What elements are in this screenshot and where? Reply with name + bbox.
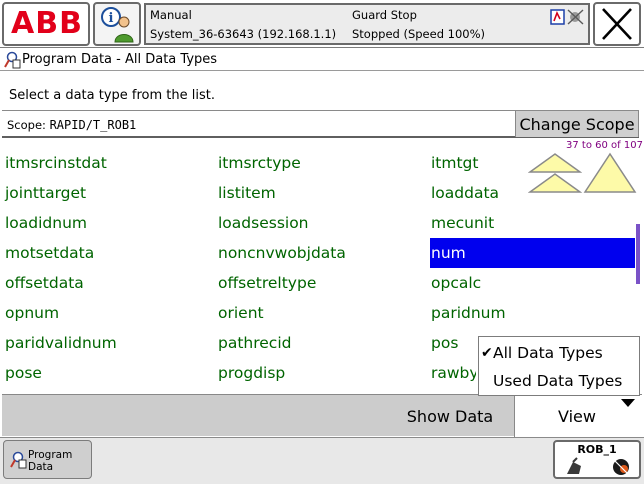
list-item[interactable]: pose: [0, 358, 205, 388]
status-icons: [550, 9, 584, 25]
list-item[interactable]: rawbytes: [426, 358, 476, 388]
robot-status-icons: [567, 457, 629, 475]
scrollbar[interactable]: [636, 224, 640, 284]
list-item-selected[interactable]: num: [430, 238, 635, 268]
list-item[interactable]: jointtarget: [0, 178, 205, 208]
close-icon: [602, 8, 632, 40]
info-person-icon: i: [101, 7, 134, 43]
list-item[interactable]: motsetdata: [0, 238, 205, 268]
system-name: System_36-63643 (192.168.1.1): [150, 27, 337, 41]
scope-label-text: Scope:: [7, 118, 50, 132]
abb-letter: B: [35, 6, 58, 41]
list-item[interactable]: progdisp: [213, 358, 418, 388]
taskbar-program-data-label: Program Data: [28, 449, 73, 473]
program-data-icon: [10, 451, 27, 469]
list-item[interactable]: opcalc: [426, 268, 631, 298]
check-mark-icon: ✔: [481, 345, 493, 361]
list-item[interactable]: pos: [426, 328, 476, 358]
operating-mode: Manual: [150, 8, 192, 22]
list-item[interactable]: loadsession: [213, 208, 418, 238]
scope-row: Scope: RAPID/T_ROB1 Change Scope: [2, 110, 639, 138]
menu-item-label: All Data Types: [493, 344, 603, 362]
abb-letter: A: [11, 6, 34, 41]
program-data-icon: [4, 51, 21, 69]
show-data-button[interactable]: Show Data: [388, 395, 512, 437]
page-indicator: 37 to 60 of 107: [566, 140, 643, 151]
taskbar-program-data[interactable]: Program Data: [3, 440, 92, 479]
window-title: Program Data - All Data Types: [22, 52, 218, 67]
change-scope-button[interactable]: Change Scope: [515, 111, 639, 137]
list-item[interactable]: pathrecid: [213, 328, 418, 358]
double-up-arrow-icon[interactable]: [528, 152, 582, 194]
list-item[interactable]: orient: [213, 298, 418, 328]
list-item[interactable]: noncnvwobjdata: [213, 238, 418, 268]
list-item[interactable]: mecunit: [426, 208, 522, 238]
svg-text:i: i: [109, 11, 114, 26]
list-item[interactable]: loaddata: [426, 178, 522, 208]
list-item[interactable]: opnum: [0, 298, 205, 328]
instruction-text: Select a data type from the list.: [9, 88, 216, 103]
controller-state: Stopped (Speed 100%): [352, 27, 486, 41]
close-button[interactable]: [593, 2, 641, 46]
menu-item-used-data-types[interactable]: Used Data Types: [479, 367, 639, 395]
list-item[interactable]: offsetreltype: [213, 268, 418, 298]
abb-logo: A B B: [11, 6, 82, 41]
list-item[interactable]: loadidnum: [0, 208, 205, 238]
view-button[interactable]: View: [514, 395, 642, 437]
guard-status: Guard Stop: [352, 8, 417, 22]
abb-letter: B: [59, 6, 82, 41]
dropdown-arrow-icon: [621, 399, 635, 407]
taskbar: Program Data ROB_1: [0, 437, 644, 484]
list-item[interactable]: itmsrctype: [213, 148, 418, 178]
scope-value: RAPID/T_ROB1: [49, 118, 137, 132]
view-button-label: View: [558, 407, 596, 426]
list-item[interactable]: paridvalidnum: [0, 328, 205, 358]
menu-item-all-data-types[interactable]: ✔ All Data Types: [479, 339, 639, 367]
view-menu: ✔ All Data Types Used Data Types: [478, 336, 640, 396]
status-panel[interactable]: Manual System_36-63643 (192.168.1.1) Gua…: [144, 3, 590, 45]
event-log-button[interactable]: i: [93, 2, 141, 46]
quickset-rob-button[interactable]: ROB_1: [553, 440, 641, 479]
window-title-bar: Program Data - All Data Types: [0, 49, 644, 71]
mechanical-unit-label: ROB_1: [577, 443, 617, 456]
list-item[interactable]: itmtgt: [426, 148, 522, 178]
list-item[interactable]: paridnum: [426, 298, 631, 328]
top-bar: A B B i Manual System_36-63643 (192.168.…: [0, 0, 644, 48]
menu-item-label: Used Data Types: [493, 372, 623, 390]
scope-label: Scope: RAPID/T_ROB1: [7, 118, 136, 132]
abb-menu-button[interactable]: A B B: [2, 2, 90, 46]
list-item[interactable]: itmsrcinstdat: [0, 148, 205, 178]
list-item[interactable]: offsetdata: [0, 268, 205, 298]
list-item[interactable]: listitem: [213, 178, 418, 208]
command-bar: Show Data View: [2, 394, 642, 437]
up-arrow-icon[interactable]: [583, 152, 637, 194]
